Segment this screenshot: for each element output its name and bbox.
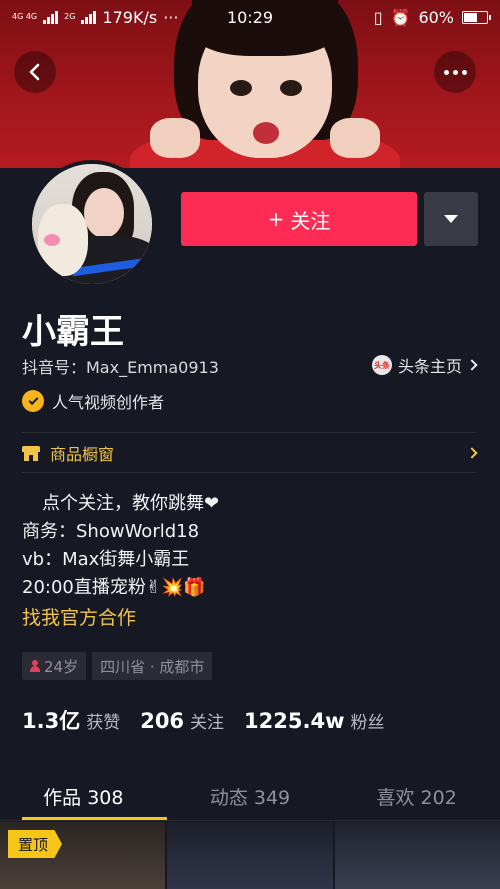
- nickname: 小霸王: [22, 312, 124, 352]
- status-more-icon: ···: [163, 7, 179, 27]
- fans-count: 1225.4w: [244, 709, 345, 733]
- creator-badge-label: 人气视频创作者: [52, 393, 165, 412]
- shop-window-label: 商品橱窗: [50, 445, 115, 464]
- pinned-badge: 置顶: [8, 830, 63, 858]
- bio-line: 点个关注，教你跳舞❤: [42, 493, 220, 514]
- back-button[interactable]: [14, 51, 56, 93]
- triangle-down-icon: [444, 215, 458, 223]
- plus-icon: +: [267, 207, 285, 231]
- status-bar: 4G 4G 2G 179K/s ··· 10:29 ▯ ⏰ 60%: [0, 0, 500, 34]
- profile-stats: 1.3亿 获赞 206 关注 1225.4w 粉丝: [22, 705, 384, 735]
- likes-count: 1.3亿: [22, 709, 81, 733]
- tabs-divider: [0, 820, 500, 821]
- vibrate-icon: ▯: [373, 7, 383, 27]
- shop-window-entry[interactable]: 商品橱窗: [22, 436, 478, 470]
- network-type-indicator-2: 2G: [64, 12, 76, 21]
- profile-tabs: 作品 308 动态 349 喜欢 202: [0, 772, 500, 820]
- video-thumbnail[interactable]: 置顶: [0, 822, 166, 889]
- bio-line: 商务：ShowWorld18: [22, 521, 200, 542]
- tab-moments[interactable]: 动态 349: [167, 772, 334, 820]
- video-grid: 置顶: [0, 822, 500, 889]
- age-tag: 24岁: [22, 652, 87, 680]
- official-cooperation-link[interactable]: 找我官方合作: [22, 603, 136, 630]
- chevron-left-icon: [29, 63, 40, 81]
- avatar[interactable]: [28, 160, 156, 288]
- bio-line: vb：Max街舞小霸王: [22, 549, 190, 570]
- follow-button-label: 关注: [290, 208, 331, 233]
- likes-label: 获赞: [86, 713, 121, 733]
- toutiao-link-label: 头条主页: [397, 357, 462, 376]
- toutiao-logo-icon: 头条: [371, 355, 392, 375]
- signal-strength-icon: [43, 10, 59, 24]
- chevron-right-icon: [466, 359, 478, 371]
- fans-stat[interactable]: 1225.4w 粉丝: [244, 708, 384, 733]
- video-thumbnail[interactable]: [167, 822, 333, 889]
- fans-label: 粉丝: [350, 713, 385, 733]
- chevron-right-icon: [466, 447, 478, 459]
- bio: 点个关注，教你跳舞❤ 商务：ShowWorld18 vb：Max街舞小霸王 20…: [22, 490, 219, 602]
- divider: [22, 432, 476, 433]
- divider: [22, 472, 476, 473]
- creator-badge: 人气视频创作者: [22, 389, 164, 413]
- network-speed: 179K/s: [102, 7, 158, 27]
- more-options-button[interactable]: [434, 51, 476, 93]
- bio-line: 20:00直播宠粉✌💥🎁: [22, 577, 206, 598]
- tab-likes[interactable]: 喜欢 202: [333, 772, 500, 820]
- following-count: 206: [140, 709, 185, 733]
- female-gender-icon: [30, 660, 40, 672]
- location-tag: 四川省 · 成都市: [92, 652, 213, 680]
- following-label: 关注: [190, 713, 225, 733]
- following-stat[interactable]: 206 关注: [140, 708, 224, 733]
- battery-icon: [462, 10, 491, 24]
- network-type-indicator: 4G 4G: [12, 12, 38, 21]
- alarm-icon: ⏰: [390, 7, 411, 27]
- more-dots-icon: [443, 69, 467, 75]
- signal-strength-icon-2: [81, 10, 97, 24]
- recommend-dropdown-button[interactable]: [424, 192, 478, 246]
- toutiao-homepage-link[interactable]: 头条 头条主页: [371, 353, 478, 377]
- battery-percent: 60%: [418, 7, 454, 27]
- shop-icon: [22, 445, 40, 461]
- tab-works[interactable]: 作品 308: [0, 772, 167, 820]
- follow-button[interactable]: + 关注: [181, 192, 417, 246]
- douyin-id: 抖音号：Max_Emma0913: [22, 358, 219, 377]
- likes-stat[interactable]: 1.3亿 获赞: [22, 705, 120, 735]
- verified-check-icon: [22, 390, 44, 412]
- profile-tags: 24岁 四川省 · 成都市: [22, 652, 213, 680]
- video-thumbnail[interactable]: [334, 822, 500, 889]
